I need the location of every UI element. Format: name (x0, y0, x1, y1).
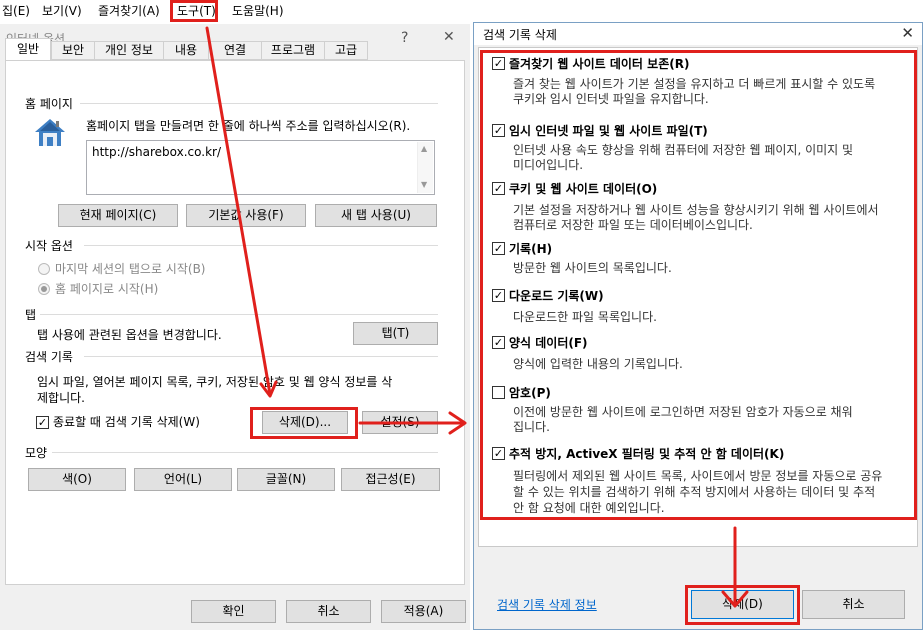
arrow-tools-to-delete (205, 26, 272, 396)
annotation-arrows (205, 26, 749, 608)
